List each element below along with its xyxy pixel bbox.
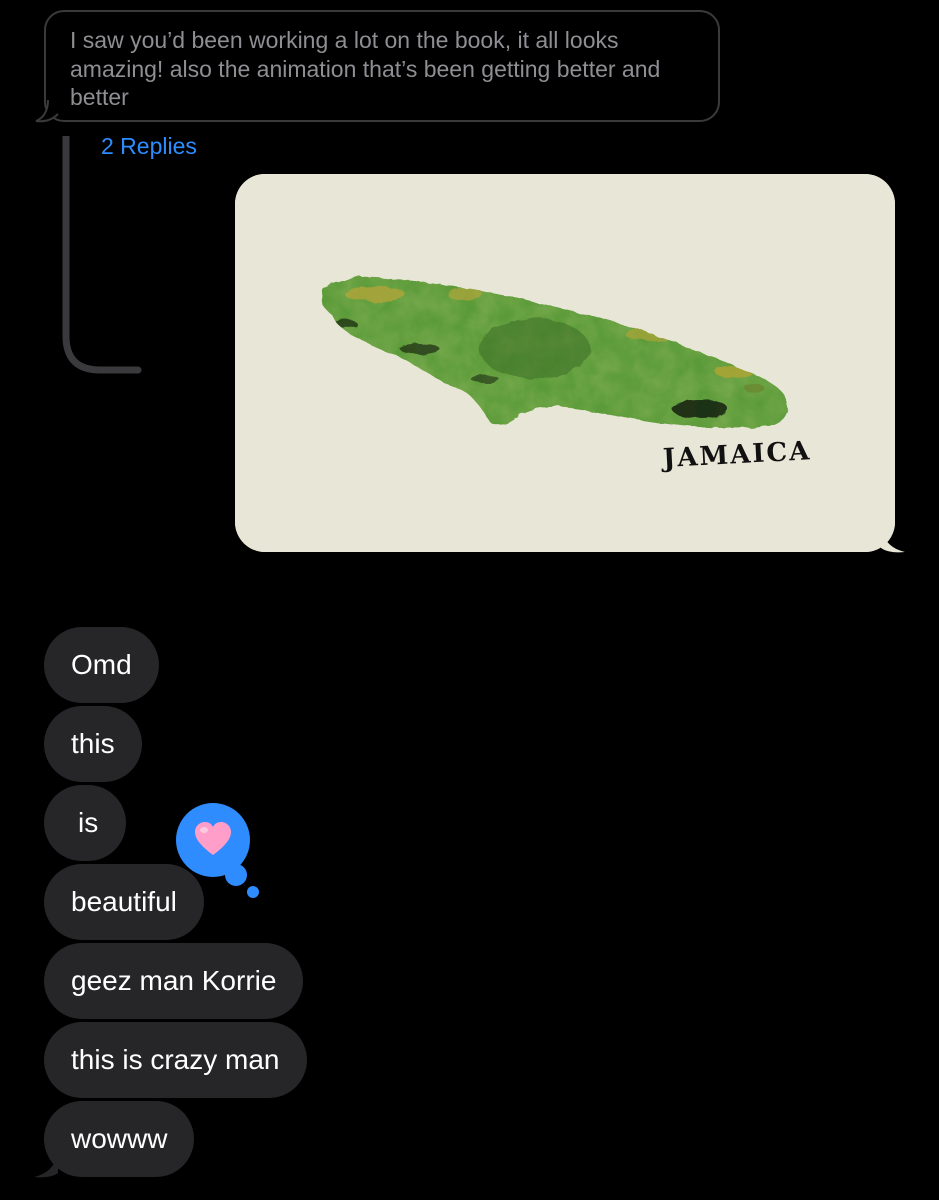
bubble-tail-icon xyxy=(35,99,59,123)
incoming-message-bubble[interactable]: geez man Korrie xyxy=(44,943,304,1019)
message-text: geez man Korrie xyxy=(71,965,277,996)
replies-link[interactable]: 2 Replies xyxy=(101,133,197,160)
reply-thread-line xyxy=(62,136,142,374)
quoted-message-bubble[interactable]: I saw you’d been working a lot on the bo… xyxy=(35,10,720,123)
bubble-tail-icon xyxy=(881,530,905,553)
image-message-bubble[interactable]: JAMAICA xyxy=(235,174,905,553)
incoming-message-bubble[interactable]: Omd xyxy=(44,627,159,703)
jamaica-map-image xyxy=(235,174,895,552)
message-text: beautiful xyxy=(71,886,177,917)
heart-icon xyxy=(195,822,231,855)
bubble-tail-icon xyxy=(34,1155,58,1178)
quoted-message-text: I saw you’d been working a lot on the bo… xyxy=(70,27,661,110)
message-text: Omd xyxy=(71,649,132,680)
message-text: this xyxy=(71,728,115,759)
incoming-message-bubble[interactable]: is xyxy=(44,785,127,861)
heart-reaction-tapback[interactable] xyxy=(176,803,266,899)
incoming-message-bubble[interactable]: this xyxy=(44,706,142,782)
incoming-message-bubble[interactable]: this is crazy man xyxy=(44,1022,307,1098)
message-text: is xyxy=(78,807,99,838)
message-text: this is crazy man xyxy=(71,1044,280,1075)
message-text: wowww xyxy=(71,1123,168,1154)
incoming-message-bubble[interactable]: wowww xyxy=(34,1101,195,1178)
